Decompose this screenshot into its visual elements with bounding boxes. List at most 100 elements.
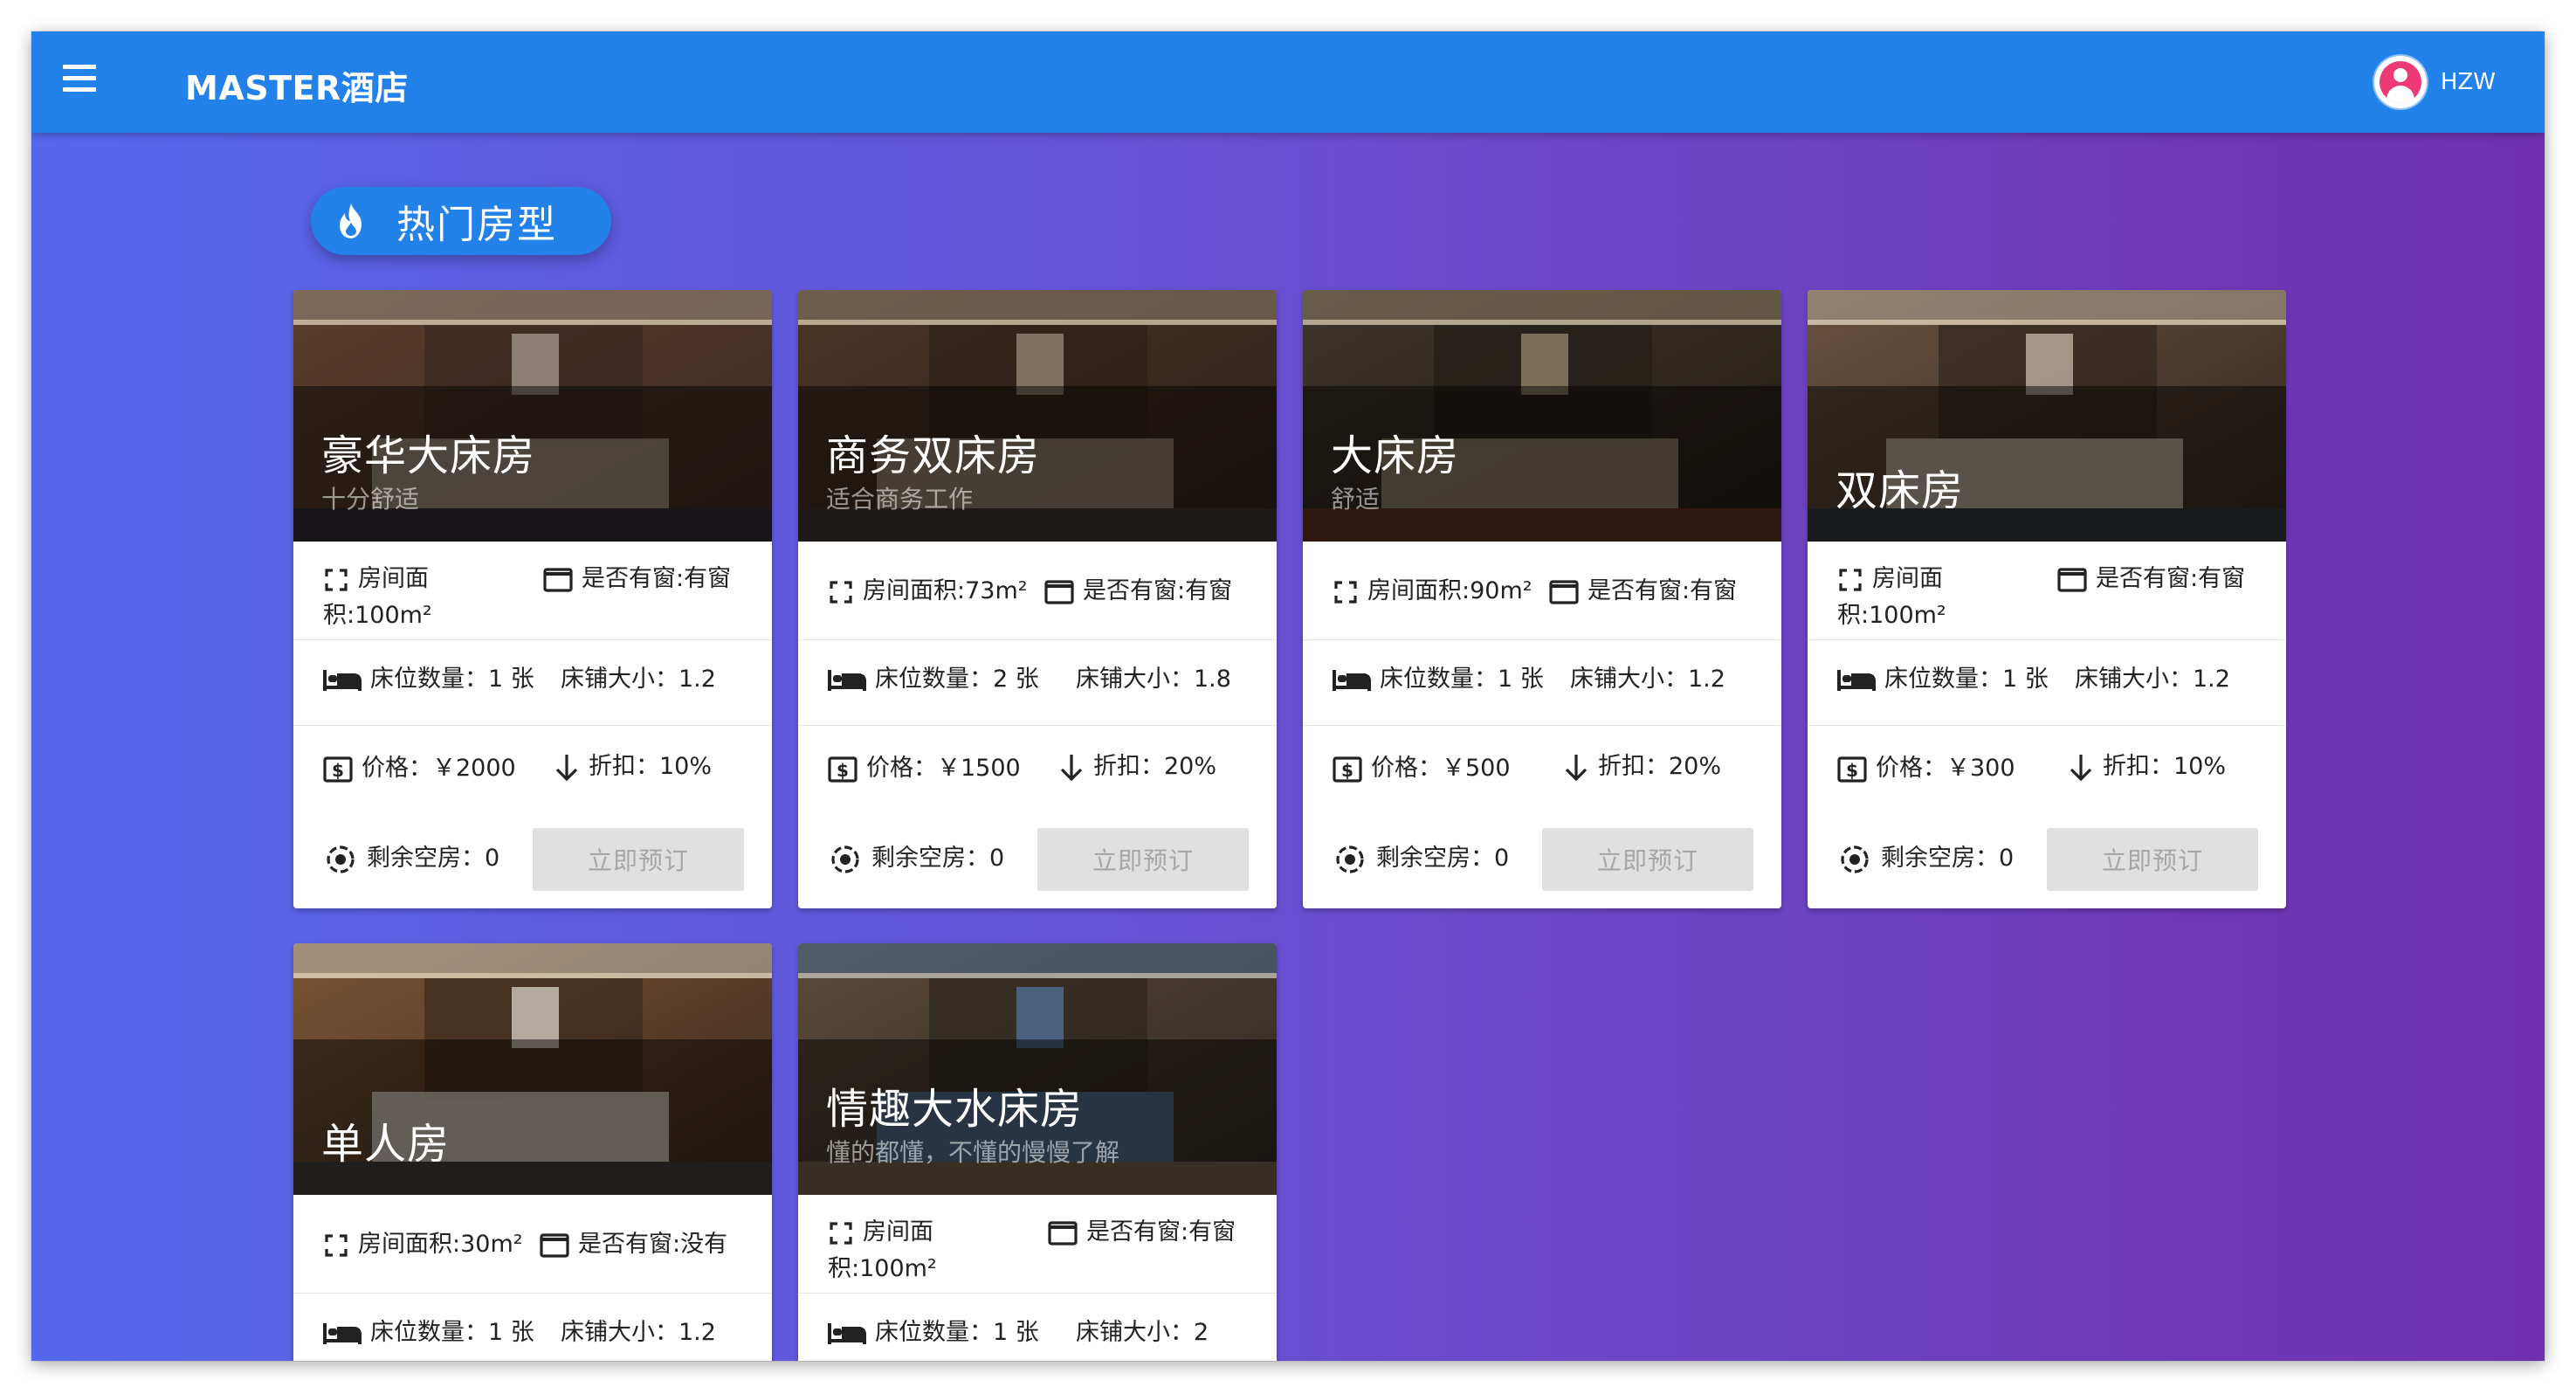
- room-card[interactable]: 大床房舒适 房间面积:90m² 是否有窗:有窗 床位数量：1 张 床铺大小：1.…: [1303, 290, 1781, 908]
- book-now-button[interactable]: 立即预订: [533, 828, 744, 891]
- booking-row: 剩余空房：0 立即预订: [293, 811, 772, 908]
- room-area: 房间面积:100m²: [828, 1214, 1029, 1287]
- discount: 折扣：10%: [2068, 749, 2226, 785]
- bed-count-text: 床位数量：1 张: [1884, 666, 2049, 693]
- menu-icon[interactable]: [63, 65, 96, 100]
- room-title: 单人房: [321, 1120, 451, 1169]
- window-info: 是否有窗:没有: [540, 1226, 727, 1263]
- remaining-text: 剩余空房：0: [1376, 845, 1510, 872]
- room-area: 房间面积:30m²: [323, 1226, 523, 1263]
- bed-count: 床位数量：1 张: [828, 1315, 1039, 1351]
- fire-icon: [340, 204, 362, 238]
- discount: 折扣：10%: [554, 749, 712, 785]
- window-info: 是否有窗:有窗: [1549, 573, 1737, 610]
- fullscreen-icon: [1334, 580, 1357, 604]
- bed-info-row: 床位数量：1 张 床铺大小：1.2: [1303, 639, 1781, 726]
- remaining-rooms: 剩余空房：0: [828, 840, 1004, 877]
- booking-row: 剩余空房：0 立即预订: [1303, 811, 1781, 908]
- svg-text:$: $: [837, 760, 849, 781]
- fullscreen-icon: [325, 1233, 348, 1257]
- room-card[interactable]: 豪华大床房 十分舒适 房间面积:100m² 是否有窗:有窗 床位数量：1 张 床铺…: [293, 290, 772, 908]
- bed-size: 床铺大小：1.2: [1570, 661, 1725, 698]
- svg-text:$: $: [332, 760, 344, 781]
- room-card[interactable]: 商务双床房 适合商务工作 房间面积:73m² 是否有窗:有窗 床位数量：2 张 床…: [798, 290, 1277, 908]
- booking-row: 剩余空房：0 立即预订: [1808, 811, 2286, 908]
- bed-size: 床铺大小：1.2: [561, 661, 716, 698]
- price-text: 价格：￥500: [1371, 755, 1511, 782]
- arrow-down-icon: [2070, 754, 2092, 781]
- bed-icon: [1333, 669, 1371, 691]
- target-icon: [1336, 845, 1364, 873]
- room-area: 房间面积:90m²: [1333, 573, 1533, 610]
- price-row: $ 价格：￥500 折扣：20%: [1303, 725, 1781, 811]
- bed-count-text: 床位数量：1 张: [875, 1319, 1039, 1346]
- room-title: 情趣大水床房: [826, 1085, 1084, 1134]
- user-menu[interactable]: HZW: [2373, 55, 2496, 109]
- dollar-icon: $: [1837, 756, 1867, 783]
- price: $ 价格：￥2000: [323, 750, 516, 787]
- discount: 折扣：20%: [1058, 749, 1216, 785]
- room-card[interactable]: 双床房 房间面积:100m² 是否有窗:有窗 床位数量：1 张 床铺大小：1.2…: [1808, 290, 2286, 908]
- remaining-rooms: 剩余空房：0: [1333, 840, 1509, 877]
- discount-text: 折扣：20%: [1598, 753, 1722, 780]
- price-text: 价格：￥300: [1876, 755, 2015, 782]
- price-row: $ 价格：￥2000 折扣：10%: [293, 725, 772, 811]
- price-row: $ 价格：￥1500 折扣：20%: [798, 725, 1277, 811]
- room-area: 房间面积:73m²: [828, 573, 1028, 610]
- bed-count-text: 床位数量：2 张: [875, 666, 1039, 693]
- book-now-button[interactable]: 立即预订: [1542, 828, 1753, 891]
- bed-size: 床铺大小：2: [1076, 1315, 1209, 1351]
- section-chip-popular[interactable]: 热门房型: [311, 187, 611, 255]
- room-info-row: 房间面积:30m² 是否有窗:没有: [293, 1195, 772, 1293]
- remaining-text: 剩余空房：0: [1881, 845, 2015, 872]
- svg-text:$: $: [1341, 760, 1353, 781]
- dollar-icon: $: [323, 756, 353, 783]
- app-window: MASTER酒店 HZW 热门房型 豪华大床房 十分舒适 房间面积:100m² …: [31, 31, 2545, 1361]
- room-title: 双床房: [1836, 466, 1965, 515]
- app-bar: MASTER酒店 HZW: [31, 31, 2545, 133]
- room-info-row: 房间面积:100m² 是否有窗:有窗: [293, 542, 772, 639]
- window-icon: [1549, 579, 1579, 604]
- room-card[interactable]: 情趣大水床房懂的都懂，不懂的慢慢了解 房间面积:100m² 是否有窗:有窗 床位…: [798, 943, 1277, 1361]
- book-now-button[interactable]: 立即预订: [2047, 828, 2258, 891]
- dollar-icon: $: [828, 756, 858, 783]
- bed-count-text: 床位数量：1 张: [370, 1319, 534, 1346]
- room-info-row: 房间面积:90m² 是否有窗:有窗: [1303, 542, 1781, 639]
- bed-count-text: 床位数量：1 张: [370, 666, 534, 693]
- account-icon[interactable]: [2373, 56, 2427, 108]
- bed-icon: [1837, 669, 1876, 691]
- book-now-button[interactable]: 立即预订: [1037, 828, 1249, 891]
- window-text: 是否有窗:有窗: [2096, 565, 2246, 592]
- window-text: 是否有窗:有窗: [582, 565, 732, 592]
- window-info: 是否有窗:有窗: [543, 561, 744, 597]
- discount-text: 折扣：10%: [589, 753, 713, 780]
- room-subtitle: 舒适: [1331, 485, 1381, 514]
- room-info-row: 房间面积:100m² 是否有窗:有窗: [798, 1195, 1277, 1293]
- bed-size: 床铺大小：1.2: [2075, 661, 2230, 698]
- app-title: MASTER酒店: [185, 69, 409, 107]
- window-info: 是否有窗:有窗: [2057, 561, 2258, 597]
- bed-size-text: 床铺大小：1.2: [2075, 666, 2230, 693]
- room-info-row: 房间面积:73m² 是否有窗:有窗: [798, 542, 1277, 639]
- room-card[interactable]: 单人房 房间面积:30m² 是否有窗:没有 床位数量：1 张 床铺大小：1.2: [293, 943, 772, 1361]
- room-title: 大床房: [1331, 431, 1460, 480]
- room-area-text: 房间面积:30m²: [358, 1231, 523, 1258]
- discount-text: 折扣：20%: [1093, 753, 1217, 780]
- remaining-text: 剩余空房：0: [871, 845, 1005, 872]
- price: $ 价格：￥300: [1837, 750, 2015, 787]
- room-area-text: 房间面积:73m²: [863, 577, 1028, 604]
- window-info: 是否有窗:有窗: [1048, 1214, 1249, 1251]
- room-subtitle: 懂的都懂，不懂的慢慢了解: [826, 1138, 1120, 1167]
- section-title: 热门房型: [396, 203, 557, 247]
- window-icon: [543, 567, 573, 592]
- price: $ 价格：￥1500: [828, 750, 1021, 787]
- room-area-text: 房间面积:90m²: [1367, 577, 1533, 604]
- remaining-text: 剩余空房：0: [367, 845, 500, 872]
- bed-count: 床位数量：1 张: [1333, 661, 1544, 698]
- fullscreen-icon: [830, 580, 852, 604]
- discount: 折扣：20%: [1563, 749, 1721, 785]
- fullscreen-icon: [1839, 568, 1862, 591]
- bed-icon: [323, 1322, 362, 1344]
- bed-info-row: 床位数量：1 张 床铺大小：1.2: [293, 1293, 772, 1361]
- bed-size-text: 床铺大小：1.2: [561, 1319, 716, 1346]
